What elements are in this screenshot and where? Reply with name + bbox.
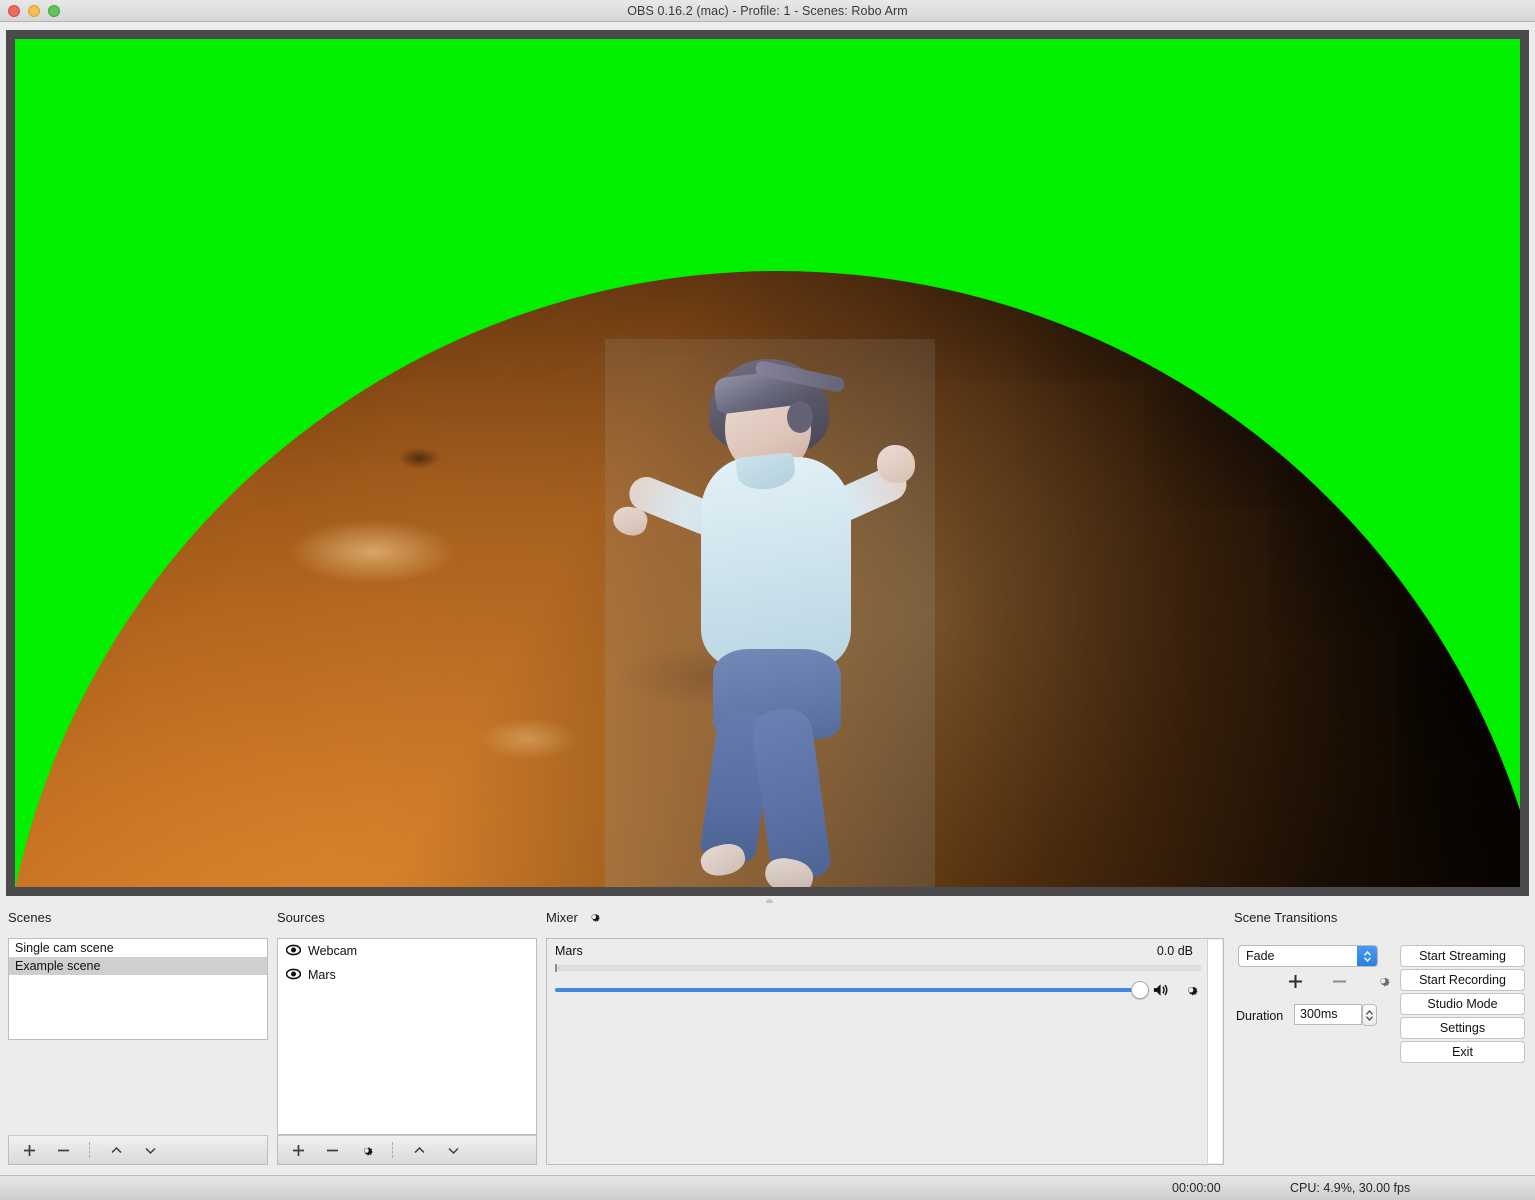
volume-meter <box>555 964 1201 972</box>
toolbar-separator <box>89 1142 90 1158</box>
close-window-button[interactable] <box>8 5 20 17</box>
remove-source-button[interactable] <box>322 1140 342 1160</box>
mixer-track-header: Mars 0.0 dB <box>555 944 1193 958</box>
mixer-track-level: 0.0 dB <box>1156 944 1193 958</box>
scenes-list[interactable]: Single cam scene Example scene <box>8 938 268 1040</box>
mixer-settings-gear-icon[interactable] <box>587 910 601 927</box>
eye-icon[interactable] <box>285 968 302 983</box>
preview-frame <box>6 30 1529 896</box>
list-item[interactable]: Single cam scene <box>9 939 267 957</box>
sources-list[interactable]: Webcam Mars <box>277 938 537 1135</box>
add-source-button[interactable] <box>288 1140 308 1160</box>
remove-transition-button[interactable] <box>1329 971 1349 991</box>
zoom-window-button[interactable] <box>48 5 60 17</box>
chevron-updown-icon[interactable] <box>1357 946 1377 966</box>
status-bar: 00:00:00 CPU: 4.9%, 30.00 fps <box>0 1175 1535 1200</box>
recording-timer: 00:00:00 <box>1172 1181 1221 1195</box>
window-title: OBS 0.16.2 (mac) - Profile: 1 - Scenes: … <box>627 3 908 18</box>
scene-transitions-title: Scene Transitions <box>1234 910 1338 925</box>
duration-label: Duration <box>1236 1009 1284 1023</box>
volume-slider-knob[interactable] <box>1131 981 1149 999</box>
transition-properties-gear-icon[interactable] <box>1373 971 1393 991</box>
transition-select-value: Fade <box>1246 949 1275 963</box>
list-item[interactable]: Webcam <box>278 939 536 963</box>
volume-slider[interactable] <box>555 981 1149 999</box>
sources-toolbar <box>277 1135 537 1165</box>
person-right-hand <box>877 445 915 483</box>
mixer-label: Mixer <box>546 910 578 925</box>
mixer-dock-title: Mixer <box>546 910 601 927</box>
volume-slider-row <box>555 979 1199 1001</box>
docks-area: Scenes Single cam scene Example scene So… <box>0 903 1535 1175</box>
source-properties-gear-icon[interactable] <box>356 1140 376 1160</box>
add-transition-button[interactable] <box>1285 971 1305 991</box>
list-item[interactable]: Mars <box>278 963 536 987</box>
mixer-track-settings-gear-icon[interactable] <box>1183 982 1199 998</box>
mute-speaker-icon[interactable] <box>1152 982 1171 998</box>
move-scene-down-button[interactable] <box>140 1140 160 1160</box>
mixer-panel: Mars 0.0 dB <box>546 938 1224 1165</box>
duration-input[interactable]: 300ms <box>1294 1004 1362 1025</box>
mixer-scrollbar[interactable] <box>1207 940 1222 1163</box>
cpu-fps-status: CPU: 4.9%, 30.00 fps <box>1290 1181 1411 1195</box>
person-shirt <box>701 457 851 667</box>
move-source-down-button[interactable] <box>443 1140 463 1160</box>
duration-stepper[interactable] <box>1362 1004 1377 1026</box>
eye-icon[interactable] <box>285 944 302 959</box>
transition-buttons-row <box>1285 971 1393 991</box>
add-scene-button[interactable] <box>19 1140 39 1160</box>
scenes-toolbar <box>8 1135 268 1165</box>
window-titlebar: OBS 0.16.2 (mac) - Profile: 1 - Scenes: … <box>0 0 1535 22</box>
mixer-track-name: Mars <box>555 944 583 958</box>
source-label: Mars <box>308 968 336 982</box>
settings-button[interactable]: Settings <box>1400 1017 1525 1039</box>
sources-dock-title: Sources <box>277 910 325 925</box>
preview-canvas[interactable] <box>15 39 1520 887</box>
transition-select[interactable]: Fade <box>1238 945 1378 967</box>
move-scene-up-button[interactable] <box>106 1140 126 1160</box>
source-label: Webcam <box>308 944 358 958</box>
traffic-light-group <box>8 0 60 22</box>
webcam-source-render <box>605 339 935 887</box>
minimize-window-button[interactable] <box>28 5 40 17</box>
move-source-up-button[interactable] <box>409 1140 429 1160</box>
volume-meter-tick <box>555 964 557 972</box>
list-item[interactable]: Example scene <box>9 957 267 975</box>
start-streaming-button[interactable]: Start Streaming <box>1400 945 1525 967</box>
start-recording-button[interactable]: Start Recording <box>1400 969 1525 991</box>
preview-area <box>0 22 1535 900</box>
scenes-dock-title: Scenes <box>8 910 52 925</box>
vr-headset-earcup <box>787 401 813 433</box>
exit-button[interactable]: Exit <box>1400 1041 1525 1063</box>
studio-mode-button[interactable]: Studio Mode <box>1400 993 1525 1015</box>
remove-scene-button[interactable] <box>53 1140 73 1160</box>
toolbar-separator <box>392 1142 393 1158</box>
